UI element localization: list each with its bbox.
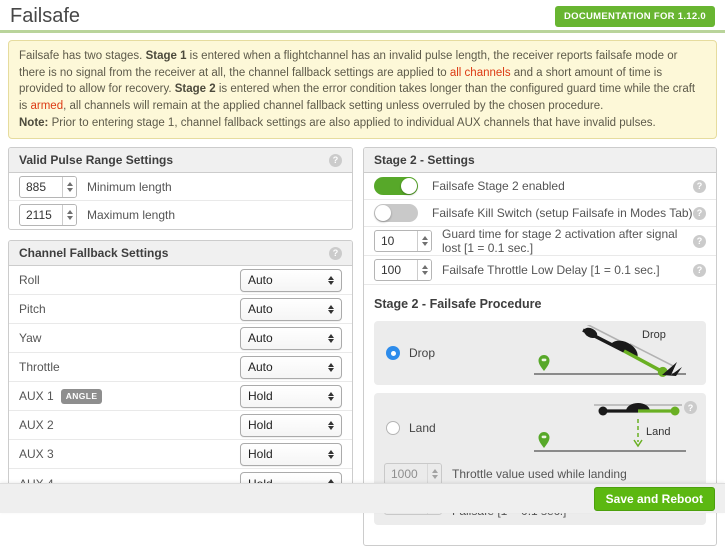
spinner-icon[interactable] bbox=[427, 464, 441, 484]
land-option-row: Land bbox=[384, 399, 696, 457]
valid-pulse-panel: Valid Pulse Range Settings ? 885 Minimum… bbox=[8, 147, 353, 230]
land-radio-label: Land bbox=[409, 421, 436, 435]
maximum-length-row: 2115 Maximum length bbox=[9, 201, 352, 229]
channel-label: Pitch bbox=[19, 302, 240, 316]
fallback-row-aux3: AUX 3 Hold bbox=[9, 440, 352, 469]
fallback-select-throttle[interactable]: Auto bbox=[240, 356, 342, 379]
location-pin-icon bbox=[539, 355, 550, 371]
kill-switch-label: Failsafe Kill Switch (setup Failsafe in … bbox=[432, 206, 693, 220]
stage2-panel-header: Stage 2 - Settings bbox=[364, 148, 716, 173]
failsafe-note: Failsafe has two stages. Stage 1 is ente… bbox=[8, 40, 717, 139]
drop-illustration: Drop bbox=[526, 325, 696, 381]
stage2-enabled-toggle[interactable] bbox=[374, 177, 418, 195]
spinner-icon[interactable] bbox=[417, 231, 431, 251]
location-pin-icon bbox=[539, 432, 550, 448]
channel-label: AUX 3 bbox=[19, 447, 240, 461]
note-stage2: Stage 2 bbox=[175, 83, 216, 95]
channel-fallback-panel: Channel Fallback Settings ? Roll Auto Pi… bbox=[8, 240, 353, 499]
channel-fallback-panel-title: Channel Fallback Settings bbox=[19, 246, 168, 260]
help-icon[interactable]: ? bbox=[329, 154, 342, 167]
note-all-channels: all channels bbox=[450, 67, 511, 79]
help-icon[interactable]: ? bbox=[693, 235, 706, 248]
fallback-row-aux1: AUX 1 ANGLE Hold bbox=[9, 382, 352, 411]
throttle-low-delay-label: Failsafe Throttle Low Delay [1 = 0.1 sec… bbox=[442, 263, 693, 277]
fallback-select-aux2[interactable]: Hold bbox=[240, 414, 342, 437]
minimum-length-input[interactable]: 885 bbox=[19, 176, 77, 198]
note-text: Failsafe has two stages. bbox=[19, 50, 146, 62]
toggle-knob bbox=[375, 205, 391, 221]
spinner-icon[interactable] bbox=[62, 177, 76, 197]
toggle-knob bbox=[401, 178, 417, 194]
page-title: Failsafe bbox=[10, 5, 80, 28]
valid-pulse-panel-header: Valid Pulse Range Settings ? bbox=[9, 148, 352, 173]
help-icon[interactable]: ? bbox=[329, 247, 342, 260]
procedure-title: Stage 2 - Failsafe Procedure bbox=[364, 285, 716, 313]
fallback-row-throttle: Throttle Auto bbox=[9, 353, 352, 382]
fallback-row-roll: Roll Auto bbox=[9, 266, 352, 295]
footer-bar: Save and Reboot bbox=[0, 483, 725, 513]
landing-throttle-label: Throttle value used while landing bbox=[452, 467, 696, 481]
svg-text:Drop: Drop bbox=[642, 329, 666, 341]
fallback-select-aux1[interactable]: Hold bbox=[240, 385, 342, 408]
kill-switch-toggle[interactable] bbox=[374, 204, 418, 222]
maximum-length-input[interactable]: 2115 bbox=[19, 204, 77, 226]
fallback-select-aux3[interactable]: Hold bbox=[240, 443, 342, 466]
note-armed: armed bbox=[31, 100, 64, 112]
help-icon[interactable]: ? bbox=[693, 207, 706, 220]
select-arrows-icon bbox=[328, 334, 334, 343]
select-arrows-icon bbox=[328, 363, 334, 372]
land-radio[interactable] bbox=[386, 421, 400, 435]
fallback-row-pitch: Pitch Auto bbox=[9, 295, 352, 324]
channel-label: Yaw bbox=[19, 331, 240, 345]
land-illustration: Land bbox=[526, 399, 696, 457]
fallback-select-pitch[interactable]: Auto bbox=[240, 298, 342, 321]
minimum-length-row: 885 Minimum length bbox=[9, 173, 352, 201]
guard-time-label: Guard time for stage 2 activation after … bbox=[442, 227, 693, 255]
help-icon[interactable]: ? bbox=[693, 264, 706, 277]
minimum-length-label: Minimum length bbox=[87, 180, 342, 194]
documentation-button[interactable]: DOCUMENTATION FOR 1.12.0 bbox=[555, 6, 715, 27]
throttle-low-delay-row: 100 Failsafe Throttle Low Delay [1 = 0.1… bbox=[364, 256, 716, 285]
guard-time-row: 10 Guard time for stage 2 activation aft… bbox=[364, 227, 716, 256]
header-divider bbox=[0, 30, 725, 33]
spinner-icon[interactable] bbox=[62, 205, 76, 225]
stage2-panel-title: Stage 2 - Settings bbox=[374, 153, 475, 167]
channel-label: AUX 2 bbox=[19, 418, 240, 432]
select-arrows-icon bbox=[328, 276, 334, 285]
select-arrows-icon bbox=[328, 392, 334, 401]
left-column: Valid Pulse Range Settings ? 885 Minimum… bbox=[8, 147, 353, 499]
channel-label: Throttle bbox=[19, 360, 240, 374]
channel-label: AUX 1 ANGLE bbox=[19, 389, 240, 404]
panel-bottom-spacer bbox=[364, 535, 716, 545]
kill-switch-row: Failsafe Kill Switch (setup Failsafe in … bbox=[364, 200, 716, 227]
page-header: Failsafe DOCUMENTATION FOR 1.12.0 bbox=[0, 0, 725, 30]
throttle-low-delay-input[interactable]: 100 bbox=[374, 259, 432, 281]
valid-pulse-panel-title: Valid Pulse Range Settings bbox=[19, 153, 173, 167]
fallback-select-roll[interactable]: Auto bbox=[240, 269, 342, 292]
note-text: , all channels will remain at the applie… bbox=[63, 100, 603, 112]
maximum-length-label: Maximum length bbox=[87, 208, 342, 222]
drop-radio-label: Drop bbox=[409, 346, 435, 360]
save-and-reboot-button[interactable]: Save and Reboot bbox=[594, 487, 715, 511]
spinner-icon[interactable] bbox=[417, 260, 431, 280]
fallback-select-yaw[interactable]: Auto bbox=[240, 327, 342, 350]
stage2-enabled-label: Failsafe Stage 2 enabled bbox=[432, 179, 693, 193]
fallback-row-aux2: AUX 2 Hold bbox=[9, 411, 352, 440]
angle-mode-badge: ANGLE bbox=[61, 389, 103, 404]
drop-radio[interactable] bbox=[386, 346, 400, 360]
note-text: Prior to entering stage 1, channel fallb… bbox=[48, 117, 655, 129]
guard-time-input[interactable]: 10 bbox=[374, 230, 432, 252]
fallback-row-yaw: Yaw Auto bbox=[9, 324, 352, 353]
note-stage1: Stage 1 bbox=[146, 50, 187, 62]
channel-label: Roll bbox=[19, 273, 240, 287]
stage2-enabled-row: Failsafe Stage 2 enabled ? bbox=[364, 173, 716, 200]
note-note-label: Note: bbox=[19, 117, 48, 129]
channel-fallback-panel-header: Channel Fallback Settings ? bbox=[9, 241, 352, 266]
select-arrows-icon bbox=[328, 421, 334, 430]
select-arrows-icon bbox=[328, 450, 334, 459]
select-arrows-icon bbox=[328, 305, 334, 314]
svg-text:Land: Land bbox=[646, 426, 670, 438]
help-icon[interactable]: ? bbox=[693, 180, 706, 193]
procedure-option-drop: Drop bbox=[374, 321, 706, 385]
